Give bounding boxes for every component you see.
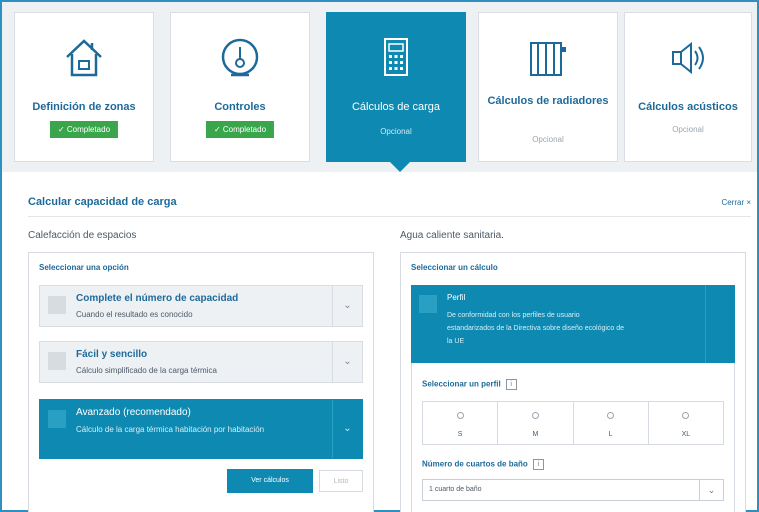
radio-icon[interactable]	[456, 412, 464, 419]
optional-label: Opcional	[532, 135, 564, 144]
chevron-down-icon[interactable]: ⌄	[699, 480, 723, 500]
space-heating-title: Calefacción de espacios	[28, 230, 137, 241]
option-checkbox[interactable]	[419, 295, 437, 313]
profile-subpanel: Seleccionar un perfil i S M L XL Número d…	[411, 363, 735, 512]
radio-icon[interactable]	[531, 412, 539, 419]
space-heating-panel: Seleccionar una opción Complete el númer…	[28, 252, 374, 512]
option-subtitle: De conformidad con los perfiles de usuar…	[447, 312, 625, 345]
size-option-l[interactable]: L	[574, 402, 649, 444]
step-zone-definition[interactable]: Definición de zonas ✓ Completado	[14, 12, 154, 162]
option-expander[interactable]	[705, 285, 735, 363]
step-title: Controles	[214, 101, 266, 113]
option-title: Perfil	[447, 293, 466, 302]
step-radiator-calculations[interactable]: Cálculos de radiadores Opcional	[478, 12, 618, 162]
optional-label: Opcional	[380, 127, 412, 136]
option-simple[interactable]: Fácil y sencillo Cálculo simplificado de…	[39, 341, 363, 383]
optional-label: Opcional	[672, 125, 704, 134]
size-option-s[interactable]: S	[423, 402, 499, 444]
size-label: XL	[681, 431, 691, 438]
radiator-icon	[530, 42, 566, 76]
size-option-m[interactable]: M	[498, 402, 574, 444]
panel-heading: Seleccionar una opción	[39, 263, 129, 272]
step-controls[interactable]: Controles ✓ Completado	[170, 12, 310, 162]
radio-icon[interactable]	[607, 412, 615, 419]
step-title: Cálculos de carga	[351, 101, 441, 113]
view-calculations-button[interactable]: Ver cálculos	[227, 469, 313, 493]
option-title: Avanzado (recomendado)	[76, 407, 191, 418]
profile-label: Seleccionar un perfil i	[422, 379, 517, 390]
profile-label-text: Seleccionar un perfil	[422, 379, 501, 389]
info-icon[interactable]: i	[505, 379, 517, 390]
size-option-xl[interactable]: XL	[649, 402, 723, 444]
step-title: Cálculos acústicos	[638, 101, 738, 113]
divider	[28, 216, 751, 217]
panel-heading: Seleccionar un cálculo	[411, 263, 498, 272]
option-subtitle: Cuando el resultado es conocido	[76, 310, 193, 319]
info-icon[interactable]: i	[532, 459, 544, 470]
section-title: Calcular capacidad de carga	[28, 196, 177, 208]
option-checkbox[interactable]	[48, 296, 66, 314]
option-capacity-number[interactable]: Complete el número de capacidad Cuando e…	[39, 285, 363, 327]
bathrooms-label-text: Número de cuartos de baño	[422, 459, 528, 469]
done-button[interactable]: Listo	[319, 470, 363, 492]
size-label: L	[608, 431, 613, 438]
active-step-caret	[390, 162, 410, 172]
size-label: S	[457, 431, 463, 438]
option-subtitle: Cálculo simplificado de la carga térmica	[76, 366, 217, 375]
close-link[interactable]: Cerrar ×	[721, 198, 751, 207]
calculator-icon	[384, 38, 408, 76]
size-label: M	[532, 431, 539, 438]
completed-badge: ✓ Completado	[205, 121, 275, 138]
option-checkbox[interactable]	[48, 352, 66, 370]
step-load-calculations[interactable]: Cálculos de carga Opcional	[326, 12, 466, 162]
radio-icon[interactable]	[682, 412, 690, 419]
option-title: Complete el número de capacidad	[76, 293, 239, 304]
completed-badge: ✓ Completado	[49, 121, 119, 138]
domestic-hot-water-title: Agua caliente sanitaria.	[400, 230, 504, 241]
option-profile[interactable]: Perfil De conformidad con los perfiles d…	[411, 285, 735, 363]
option-advanced[interactable]: Avanzado (recomendado) Cálculo de la car…	[39, 399, 363, 459]
steps-bar: Definición de zonas ✓ Completado Control…	[2, 2, 757, 172]
bathrooms-select[interactable]: 1 cuarto de baño ⌄	[422, 479, 724, 501]
step-title: Cálculos de radiadores	[487, 95, 609, 107]
house-icon	[66, 39, 102, 77]
step-acoustic-calculations[interactable]: Cálculos acústicos Opcional	[624, 12, 752, 162]
thermostat-icon	[221, 38, 259, 77]
bathrooms-label: Número de cuartos de baño i	[422, 459, 544, 470]
chevron-down-icon[interactable]: ⌄	[332, 286, 362, 326]
speaker-icon	[672, 41, 704, 75]
chevron-down-icon[interactable]: ⌄	[332, 400, 362, 458]
profile-size-selector: S M L XL	[422, 401, 724, 445]
option-checkbox[interactable]	[48, 410, 66, 428]
bathrooms-value: 1 cuarto de baño	[429, 486, 482, 493]
option-subtitle: Cálculo de la carga térmica habitación p…	[76, 425, 265, 434]
step-title: Definición de zonas	[32, 101, 136, 113]
chevron-down-icon[interactable]: ⌄	[332, 342, 362, 382]
option-title: Fácil y sencillo	[76, 349, 148, 360]
domestic-hot-water-panel: Seleccionar un cálculo Perfil De conform…	[400, 252, 746, 512]
